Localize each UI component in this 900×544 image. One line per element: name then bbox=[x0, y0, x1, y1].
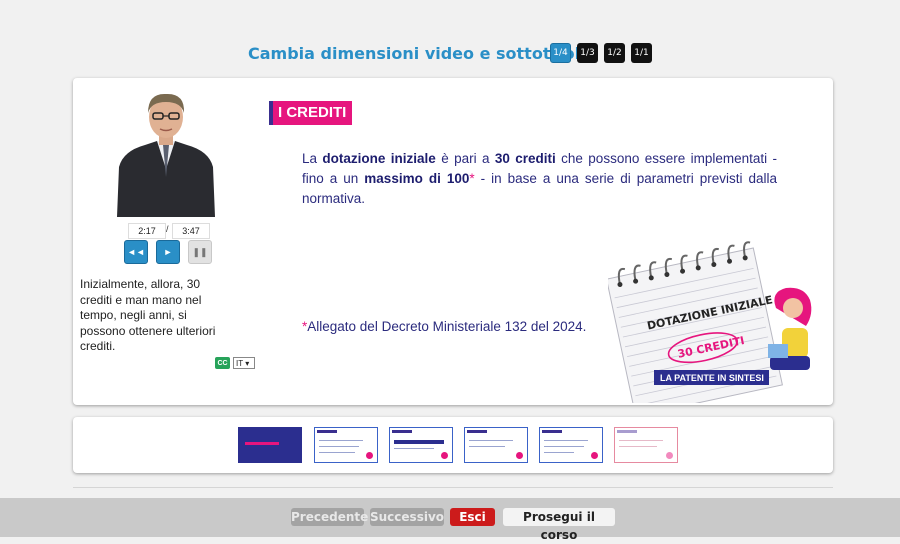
time-separator: / bbox=[166, 224, 169, 234]
bold-phrase: massimo di 100 bbox=[364, 171, 470, 186]
size-full-button[interactable]: 1/1 bbox=[631, 43, 652, 63]
footer-bar: Precedente Successivo Esci Prosegui il c… bbox=[0, 498, 900, 542]
total-time: 3:47 bbox=[172, 223, 210, 239]
presenter-image bbox=[115, 89, 217, 217]
bold-phrase: dotazione iniziale bbox=[322, 151, 436, 166]
slide-footnote: *Allegato del Decreto Ministeriale 132 d… bbox=[302, 319, 587, 334]
presenter-video[interactable] bbox=[115, 89, 217, 217]
current-time: 2:17 bbox=[128, 223, 166, 239]
continue-course-button[interactable]: Prosegui il corso bbox=[503, 508, 615, 542]
previous-button[interactable]: Precedente bbox=[291, 508, 368, 526]
size-third-button[interactable]: 1/3 bbox=[577, 43, 598, 63]
slide-thumbnail[interactable] bbox=[314, 427, 378, 463]
bold-phrase: 30 crediti bbox=[494, 151, 556, 166]
header: Cambia dimensioni video e sottotitoli: 1… bbox=[0, 40, 900, 66]
slide-thumbnail[interactable] bbox=[464, 427, 528, 463]
cc-icon[interactable]: CC bbox=[215, 357, 230, 369]
size-quarter-button[interactable]: 1/4 bbox=[550, 43, 571, 63]
next-button[interactable]: Successivo bbox=[370, 508, 444, 526]
exit-button[interactable]: Esci bbox=[450, 508, 495, 526]
rewind-icon: ◄◄ bbox=[127, 247, 145, 257]
slide-thumbnail[interactable] bbox=[389, 427, 453, 463]
subtitle-text: Inizialmente, allora, 30 crediti e man m… bbox=[80, 277, 216, 353]
pause-icon: ❚❚ bbox=[192, 246, 208, 257]
slide-title: I CREDITI bbox=[269, 101, 353, 125]
slide-body: La dotazione iniziale è pari a 30 credit… bbox=[302, 151, 778, 206]
play-icon: ► bbox=[163, 247, 173, 257]
play-button[interactable]: ► bbox=[156, 240, 180, 264]
notepad-illustration: DOTAZIONE INIZIALE 30 CREDITI LA PATENTE… bbox=[605, 228, 823, 417]
subtitle-language-select[interactable]: IT ▾ bbox=[233, 357, 255, 369]
divider bbox=[73, 487, 833, 488]
size-half-button[interactable]: 1/2 bbox=[604, 43, 625, 63]
slide-thumbnail[interactable] bbox=[539, 427, 603, 463]
svg-text:LA PATENTE IN SINTESI: LA PATENTE IN SINTESI bbox=[660, 373, 764, 383]
slide-thumbnails bbox=[73, 417, 833, 473]
pause-button[interactable]: ❚❚ bbox=[188, 240, 212, 264]
subtitle-language-value: IT bbox=[236, 359, 243, 368]
slide-thumbnail[interactable] bbox=[238, 427, 302, 463]
slide-thumbnail[interactable] bbox=[614, 427, 678, 463]
rewind-button[interactable]: ◄◄ bbox=[124, 240, 148, 264]
size-controls-title: Cambia dimensioni video e sottotitoli: bbox=[248, 44, 592, 63]
lesson-panel: 2:17 / 3:47 ◄◄ ► ❚❚ Inizialmente, allora… bbox=[73, 78, 833, 417]
